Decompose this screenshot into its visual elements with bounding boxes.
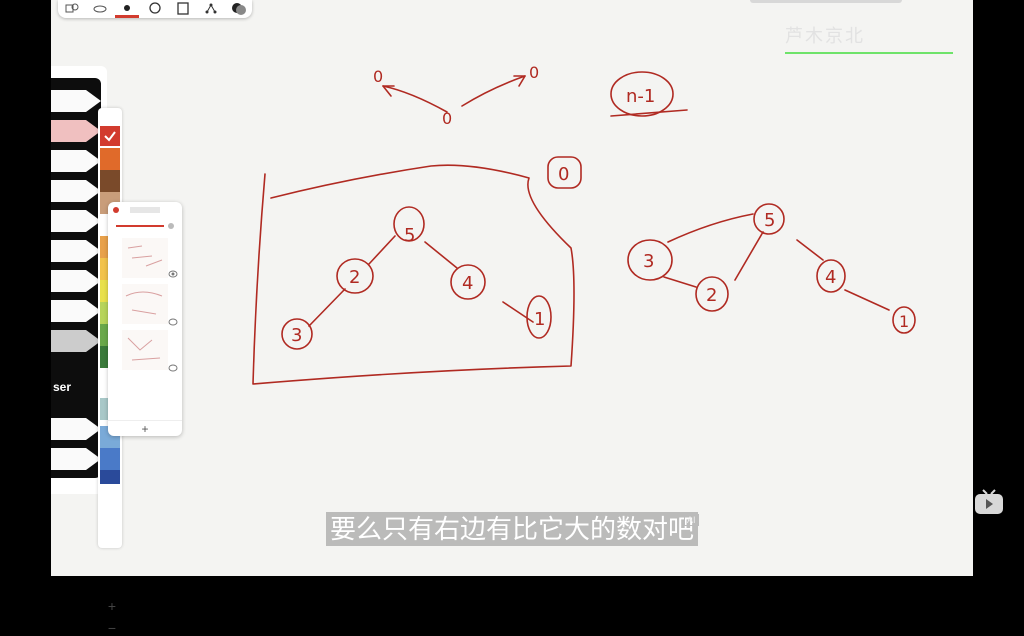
ai-badge: AI xyxy=(684,514,699,526)
label-boxed-zero: 0 xyxy=(558,164,569,185)
label-tree-a-left: 2 xyxy=(349,267,360,288)
brush-pen[interactable] xyxy=(51,150,101,172)
tree-box-outline xyxy=(252,164,575,385)
top-grabber[interactable] xyxy=(750,0,902,3)
watermark: 芦木京北 xyxy=(785,22,953,54)
symmetry-tool-icon[interactable] xyxy=(197,0,225,18)
swatch-brown[interactable] xyxy=(100,170,120,192)
eraser-label[interactable]: ser xyxy=(53,380,71,394)
swatch-red-selected[interactable] xyxy=(100,126,120,146)
label-tree-a-root: 5 xyxy=(404,225,415,246)
label-top-right: 0 xyxy=(529,63,539,82)
brush-ruler[interactable] xyxy=(51,418,101,440)
label-tree-b-leaf: 1 xyxy=(899,312,909,331)
drawing-canvas[interactable]: 0 0 0 n-1 0 5 2 4 3 1 5 3 2 4 1 芦木京北 xyxy=(51,0,973,576)
top-toolbar xyxy=(58,0,252,18)
brush-marker[interactable] xyxy=(51,90,101,112)
brush-texture[interactable] xyxy=(51,330,101,352)
shapes-tool-icon[interactable] xyxy=(58,0,86,18)
layer-thumbnail-3[interactable] xyxy=(122,330,168,370)
brush-highlighter[interactable] xyxy=(51,120,101,142)
swatch-orange[interactable] xyxy=(100,148,120,170)
label-tree-a-leftleft: 3 xyxy=(291,325,302,346)
brush-smudge[interactable] xyxy=(51,448,101,470)
label-tree-b-root: 5 xyxy=(764,210,775,231)
arrow-right-stroke xyxy=(461,75,526,107)
swatch-navy[interactable] xyxy=(100,470,120,484)
brush-airbrush[interactable] xyxy=(51,300,101,322)
brush-rack: ser xyxy=(51,78,101,478)
zoom-in-button[interactable]: + xyxy=(104,598,120,614)
subtitle-caption: 要么只有右边有比它大的数对吧 xyxy=(326,512,698,546)
handwriting-layer: 0 0 0 n-1 0 5 2 4 3 1 5 3 2 4 1 xyxy=(252,63,916,385)
eraser-tool-icon[interactable] xyxy=(86,0,114,18)
bilibili-tv-icon[interactable] xyxy=(973,488,1005,516)
label-top-left: 0 xyxy=(373,67,383,86)
label-n-minus-1: n-1 xyxy=(626,86,655,107)
add-layer-button[interactable]: + xyxy=(108,420,182,437)
circle-tool-icon[interactable] xyxy=(141,0,169,18)
label-tree-b-right: 4 xyxy=(825,267,836,288)
brush-pencil[interactable] xyxy=(51,210,101,232)
label-tree-b-left: 3 xyxy=(643,251,654,272)
brush-calligraphy[interactable] xyxy=(51,270,101,292)
zoom-out-button[interactable]: − xyxy=(104,620,120,636)
layer-thumbnail-1[interactable] xyxy=(122,238,168,278)
color-picker-icon[interactable] xyxy=(224,0,252,18)
label-tree-a-rightright: 1 xyxy=(534,309,545,330)
rectangle-tool-icon[interactable] xyxy=(169,0,197,18)
layer-thumbnail-2[interactable] xyxy=(122,284,168,324)
layers-panel: + xyxy=(108,202,182,436)
arrow-left-stroke xyxy=(382,85,448,113)
layer-visibility-icon[interactable] xyxy=(168,318,178,326)
brush-ink[interactable] xyxy=(51,240,101,262)
label-tree-b-mid: 2 xyxy=(706,285,717,306)
layer-visibility-icon[interactable] xyxy=(168,364,178,372)
brush-fineliner[interactable] xyxy=(51,180,101,202)
layer-visibility-icon[interactable] xyxy=(168,270,178,278)
swatch-blue[interactable] xyxy=(100,448,120,470)
label-tree-a-right: 4 xyxy=(462,273,473,294)
label-top-center: 0 xyxy=(442,109,452,128)
pen-tool-icon[interactable] xyxy=(113,0,141,18)
